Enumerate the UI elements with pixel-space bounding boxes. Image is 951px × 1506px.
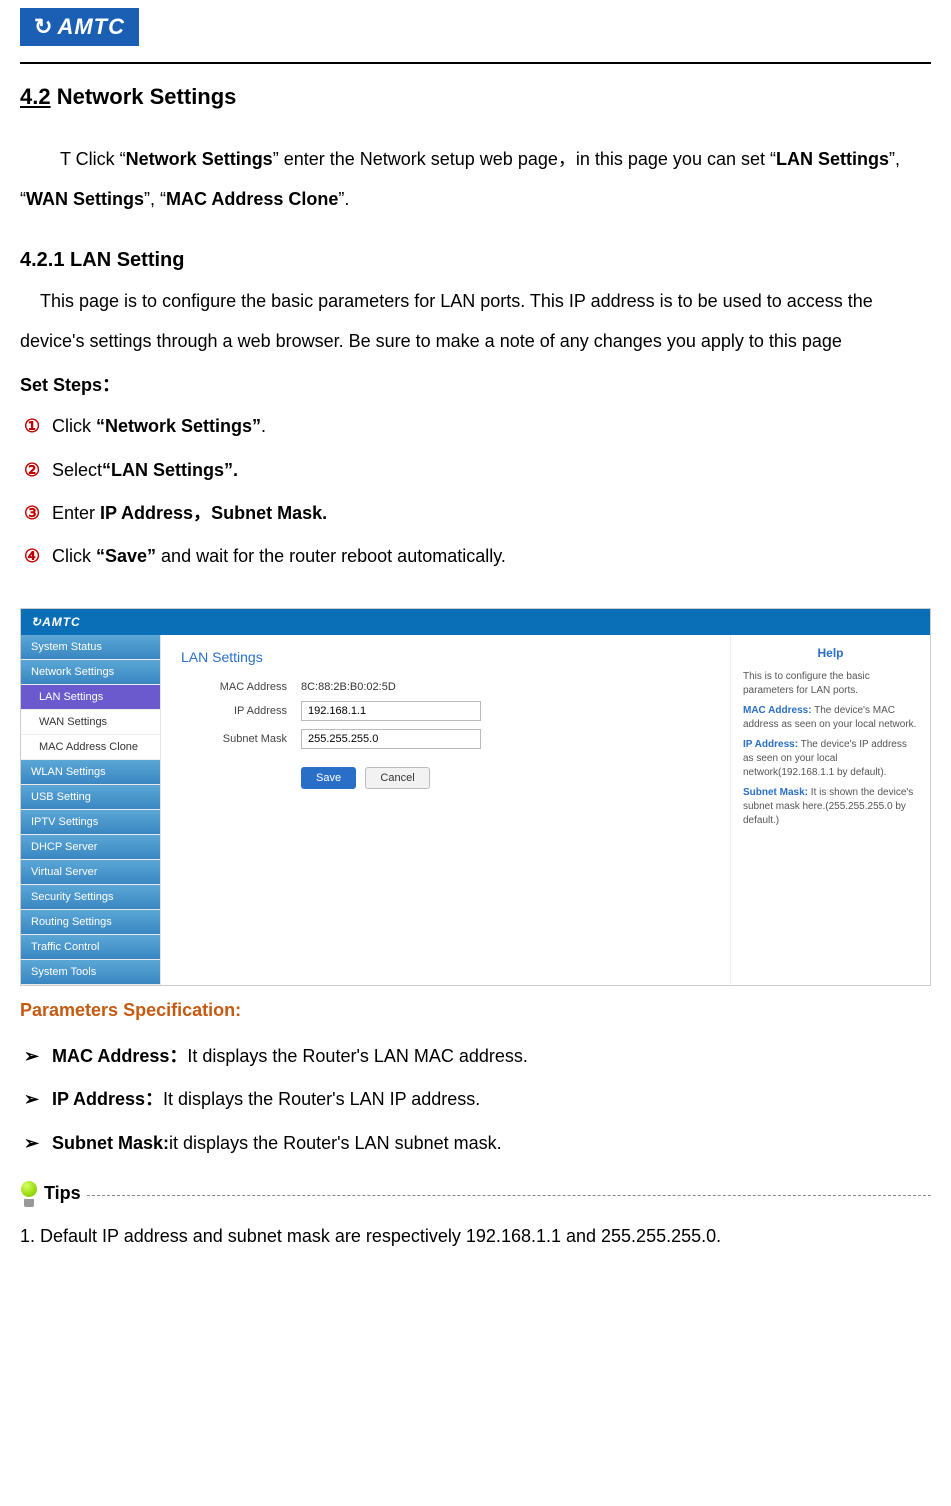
sidebar-sub-lan-settings[interactable]: LAN Settings <box>21 685 160 710</box>
cancel-button[interactable]: Cancel <box>365 767 429 789</box>
tip-1: 1. Default IP address and subnet mask ar… <box>20 1217 931 1257</box>
save-button[interactable]: Save <box>301 767 356 789</box>
mac-value: 8C:88:2B:B0:02:5D <box>301 681 396 693</box>
param-ip: ➢IP Address：It displays the Router's LAN… <box>24 1078 931 1121</box>
sidebar-item-security-settings[interactable]: Security Settings <box>21 885 160 910</box>
step-3: ③Enter IP Address，Subnet Mask. <box>24 492 931 535</box>
parameters-list: ➢MAC Address：It displays the Router's LA… <box>20 1035 931 1165</box>
sidebar-item-wlan-settings[interactable]: WLAN Settings <box>21 760 160 785</box>
shot-topbar: ↻ AMTC <box>21 609 930 635</box>
step-2: ②Select“LAN Settings”. <box>24 449 931 492</box>
brand-text: AMTC <box>57 14 125 39</box>
step-number-3: ③ <box>24 492 52 535</box>
bullet-icon: ➢ <box>24 1078 52 1121</box>
sidebar-item-routing-settings[interactable]: Routing Settings <box>21 910 160 935</box>
sidebar-item-iptv-settings[interactable]: IPTV Settings <box>21 810 160 835</box>
sidebar-item-network-settings[interactable]: Network Settings <box>21 660 160 685</box>
embedded-screenshot: ↻ AMTC System Status Network Settings LA… <box>20 608 931 986</box>
sidebar-item-usb-setting[interactable]: USB Setting <box>21 785 160 810</box>
mac-label: MAC Address <box>181 681 301 693</box>
shot-sidebar: System Status Network Settings LAN Setti… <box>21 635 161 985</box>
step-1: ①Click “Network Settings”. <box>24 405 931 448</box>
bullet-icon: ➢ <box>24 1122 52 1165</box>
section-title: Network Settings <box>57 84 237 109</box>
sidebar-item-system-status[interactable]: System Status <box>21 635 160 660</box>
mask-label: Subnet Mask <box>181 733 301 745</box>
set-steps-label: Set Steps： <box>20 371 931 397</box>
bullet-icon: ➢ <box>24 1035 52 1078</box>
parameters-heading: Parameters Specification: <box>20 1000 931 1021</box>
sidebar-sub-wan-settings[interactable]: WAN Settings <box>21 710 160 735</box>
help-title: Help <box>743 645 918 662</box>
top-divider <box>20 62 931 64</box>
sidebar-item-dhcp-server[interactable]: DHCP Server <box>21 835 160 860</box>
help-mask-key: Subnet Mask: <box>743 787 808 798</box>
tips-label: Tips <box>44 1183 81 1204</box>
shot-panel-title: LAN Settings <box>181 649 710 665</box>
dashed-divider <box>87 1195 931 1196</box>
help-ip-key: IP Address: <box>743 739 798 750</box>
brand-logo: ↻AMTC <box>20 8 139 46</box>
intro-paragraph: T Click “Network Settings” enter the Net… <box>20 140 931 219</box>
lightbulb-icon <box>20 1181 38 1207</box>
step-4: ④Click “Save” and wait for the router re… <box>24 535 931 578</box>
ip-input[interactable] <box>301 701 481 721</box>
subsection-heading: 4.2.1 LAN Setting <box>20 249 931 272</box>
sidebar-item-system-tools[interactable]: System Tools <box>21 960 160 985</box>
ip-label: IP Address <box>181 705 301 717</box>
sidebar-item-traffic-control[interactable]: Traffic Control <box>21 935 160 960</box>
sidebar-sub-mac-clone[interactable]: MAC Address Clone <box>21 735 160 760</box>
subsection-number: 4.2.1 <box>20 249 64 271</box>
help-intro: This is to configure the basic parameter… <box>743 670 918 698</box>
subsection-title: LAN Setting <box>70 249 184 271</box>
step-number-1: ① <box>24 405 52 448</box>
section-heading: 4.2 Network Settings <box>20 84 931 110</box>
mask-input[interactable] <box>301 729 481 749</box>
section-number: 4.2 <box>20 84 51 109</box>
sidebar-item-virtual-server[interactable]: Virtual Server <box>21 860 160 885</box>
shot-help-panel: Help This is to configure the basic para… <box>730 635 930 985</box>
step-number-2: ② <box>24 449 52 492</box>
step-list: ①Click “Network Settings”. ②Select“LAN S… <box>20 405 931 578</box>
help-mac-key: MAC Address: <box>743 705 812 716</box>
shot-brand: AMTC <box>42 615 81 629</box>
param-mask: ➢Subnet Mask:it displays the Router's LA… <box>24 1122 931 1165</box>
shot-main-panel: LAN Settings MAC Address8C:88:2B:B0:02:5… <box>161 635 730 985</box>
tips-row: Tips <box>20 1181 931 1207</box>
subsection-text: This page is to configure the basic para… <box>20 282 931 361</box>
param-mac: ➢MAC Address：It displays the Router's LA… <box>24 1035 931 1078</box>
step-number-4: ④ <box>24 535 52 578</box>
